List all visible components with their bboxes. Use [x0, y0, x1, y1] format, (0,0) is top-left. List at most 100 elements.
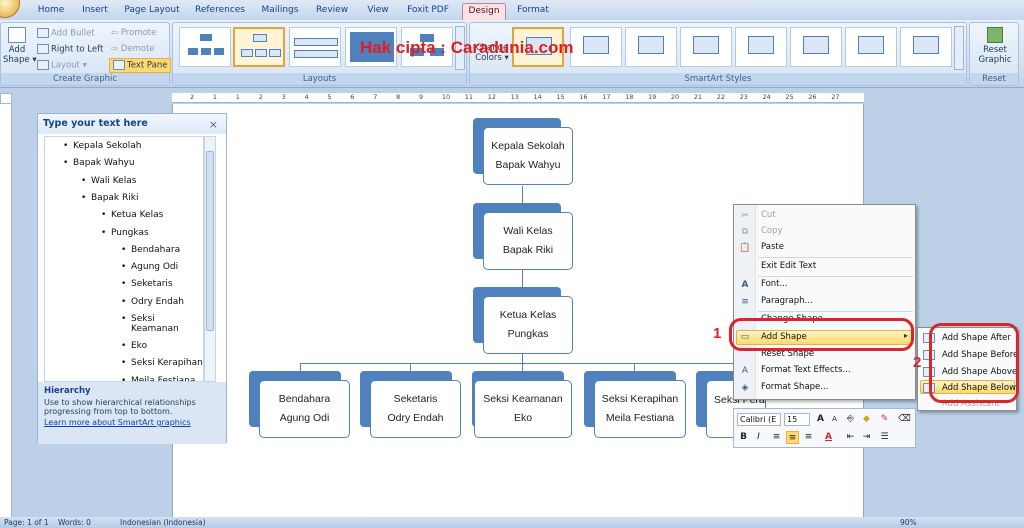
styles-scroll[interactable] — [954, 26, 964, 70]
ruler-tick-label: 17 — [602, 93, 611, 101]
status-words[interactable]: Words: 0 — [58, 517, 91, 528]
italic-icon[interactable]: I — [752, 431, 765, 444]
font-icon: A — [741, 280, 749, 290]
text-pane-item[interactable]: Kepala Sekolah — [63, 141, 142, 151]
font-size-select[interactable]: 15 — [784, 413, 810, 426]
add-shape-button[interactable]: Add Shape ▾ — [3, 27, 37, 65]
smartart-node-wali-kelas[interactable]: Wali Kelas Bapak Riki — [483, 212, 573, 270]
clear-formatting-icon[interactable]: ⌫ — [898, 413, 911, 426]
text-pane-item[interactable]: Ketua Kelas — [101, 210, 163, 220]
style-option-3[interactable] — [625, 27, 677, 67]
ruler-tick-label: 21 — [693, 93, 703, 101]
promote-button[interactable]: ⇦ Promote — [111, 28, 156, 38]
font-color-icon[interactable]: A — [822, 431, 835, 444]
smartart-node-seksi-kerapihan[interactable]: Seksi Kerapihan Meila Festiana — [594, 380, 686, 438]
text-pane-item[interactable]: Agung Odi — [121, 262, 178, 272]
text-pane-item[interactable]: Seketaris — [121, 279, 173, 289]
close-icon[interactable]: × — [209, 118, 218, 131]
style-option-6[interactable] — [790, 27, 842, 67]
demote-button[interactable]: ⇨ Demote — [111, 44, 155, 54]
increase-indent-icon[interactable]: ⇥ — [860, 431, 873, 444]
node-title: Seketaris — [393, 393, 438, 405]
smartart-node-seksi-keamanan[interactable]: Seksi Keamanan Eko — [474, 380, 572, 438]
tab-references[interactable]: References — [190, 3, 250, 20]
text-pane-item[interactable]: Odry Endah — [121, 297, 184, 307]
bold-icon[interactable]: B — [737, 431, 750, 444]
bullets-icon[interactable]: ☰ — [878, 431, 891, 444]
text-pane-item[interactable]: Seksi Keamanan — [121, 314, 181, 334]
ruler-tick-label: 20 — [670, 93, 680, 101]
tab-design[interactable]: Design — [462, 3, 506, 20]
align-right-icon[interactable]: ≡ — [802, 431, 815, 444]
style-option-8[interactable] — [900, 27, 952, 67]
grow-font-icon[interactable]: A — [814, 413, 827, 426]
learn-more-link[interactable]: Learn more about SmartArt graphics — [44, 418, 220, 427]
vertical-ruler[interactable] — [0, 104, 12, 528]
tab-format[interactable]: Format — [512, 3, 554, 20]
text-pane-item[interactable]: Bapak Riki — [81, 193, 139, 203]
tab-mailings[interactable]: Mailings — [255, 3, 305, 20]
paste-icon: 📋 — [739, 243, 751, 253]
align-left-icon[interactable]: ≡ — [770, 431, 783, 444]
style-option-7[interactable] — [845, 27, 897, 67]
text-pane-item[interactable]: Eko — [121, 341, 147, 351]
layout-option-3[interactable] — [289, 27, 341, 67]
office-button[interactable] — [0, 0, 20, 18]
style-option-2[interactable] — [570, 27, 622, 67]
layout-option-1[interactable] — [179, 27, 231, 67]
text-pane-scrollbar[interactable] — [204, 136, 216, 382]
menu-copy[interactable]: Copy — [761, 226, 783, 236]
reset-graphic-button[interactable]: Reset Graphic — [974, 27, 1016, 65]
menu-exit-edit-text[interactable]: Exit Edit Text — [761, 261, 816, 271]
annotation-number-1: 1 — [713, 325, 722, 342]
align-center-icon[interactable]: ≡ — [786, 431, 799, 444]
status-zoom[interactable]: 90% — [900, 517, 917, 528]
tab-foxit-pdf[interactable]: Foxit PDF — [402, 3, 454, 20]
tab-home[interactable]: Home — [28, 3, 74, 20]
add-shape-icon — [8, 27, 26, 43]
tab-review[interactable]: Review — [311, 3, 353, 20]
format-painter-icon[interactable]: ⎆ — [844, 413, 857, 426]
style-option-5[interactable] — [735, 27, 787, 67]
shrink-font-icon[interactable]: A — [828, 413, 841, 426]
text-pane-item[interactable]: Seksi Kerapihan — [121, 358, 203, 368]
menu-paragraph[interactable]: Paragraph... — [761, 296, 813, 306]
menu-cut[interactable]: Cut — [761, 210, 776, 220]
ruler-tick-label: 18 — [625, 93, 634, 101]
smartart-node-bendahara[interactable]: Bendahara Agung Odi — [259, 380, 350, 438]
smartart-node-kepala-sekolah[interactable]: Kepala Sekolah Bapak Wahyu — [483, 127, 573, 185]
font-name-select[interactable]: Calibri (E — [737, 413, 781, 426]
menu-paste[interactable]: Paste — [761, 242, 784, 252]
shape-fill-icon[interactable]: ◆ — [860, 413, 873, 426]
menu-format-text-effects[interactable]: Format Text Effects... — [761, 365, 851, 375]
status-language[interactable]: Indonesian (Indonesia) — [120, 517, 206, 528]
text-pane-button[interactable]: Text Pane — [109, 58, 172, 73]
status-page[interactable]: Page: 1 of 1 — [4, 517, 49, 528]
text-pane-item[interactable]: Pungkas — [101, 228, 149, 238]
decrease-indent-icon[interactable]: ⇤ — [844, 431, 857, 444]
text-pane-item[interactable]: Bendahara — [121, 245, 180, 255]
layout-button[interactable]: Layout ▾ — [37, 60, 87, 71]
shape-outline-icon[interactable]: ✎ — [878, 413, 891, 426]
tab-page-layout[interactable]: Page Layout — [121, 3, 183, 20]
smartart-node-ketua-kelas[interactable]: Ketua Kelas Pungkas — [483, 296, 573, 354]
tab-view[interactable]: View — [360, 3, 396, 20]
menu-font[interactable]: Font... — [761, 279, 788, 289]
horizontal-ruler[interactable]: 2 1 1 2 3 4 5 6 7 8 9 10 11 12 13 14 15 16 17 18 19 20 21 22 23 2… — [172, 93, 864, 103]
right-to-left-button[interactable]: Right to Left — [37, 44, 103, 55]
promote-label: Promote — [120, 28, 157, 38]
add-shape-label-1: Add — [8, 45, 26, 55]
text-pane-scroll-thumb[interactable] — [206, 151, 214, 331]
layout-icon — [37, 60, 49, 70]
text-pane-item[interactable]: Wali Kelas — [81, 176, 136, 186]
text-pane-item[interactable]: Bapak Wahyu — [63, 158, 135, 168]
ruler-tick-label: 5 — [327, 93, 332, 101]
layout-option-2[interactable] — [233, 27, 285, 67]
tab-insert[interactable]: Insert — [76, 3, 114, 20]
add-bullet-button[interactable]: Add Bullet — [37, 28, 95, 39]
text-pane-list[interactable]: Kepala Sekolah Bapak Wahyu Wali Kelas Bapak… — [44, 136, 204, 382]
style-option-4[interactable] — [680, 27, 732, 67]
menu-format-shape[interactable]: Format Shape... — [761, 382, 828, 392]
ruler-corner[interactable] — [0, 93, 12, 104]
smartart-node-seketaris[interactable]: Seketaris Odry Endah — [370, 380, 461, 438]
